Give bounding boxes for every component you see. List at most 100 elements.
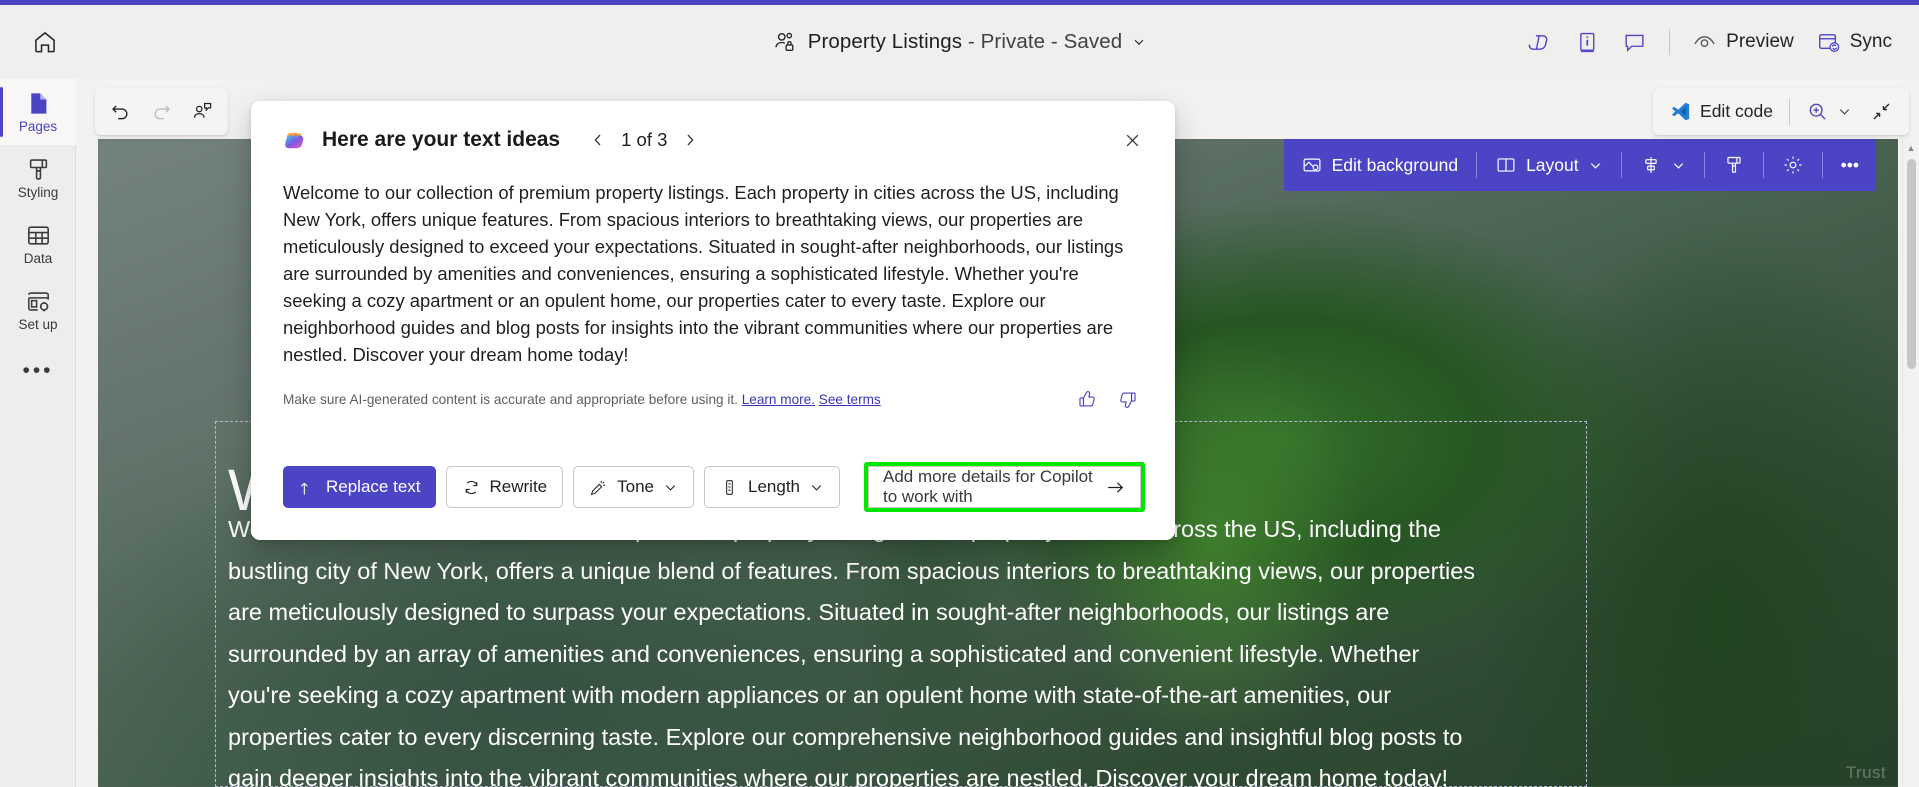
sidebar-item-label: Pages (18, 119, 58, 135)
private-people-icon (773, 30, 798, 55)
submit-arrow-icon[interactable] (1105, 477, 1126, 498)
sidebar-item-label: Data (23, 251, 53, 267)
toolbar-divider (1762, 152, 1764, 178)
element-more-button[interactable]: ••• (1830, 145, 1870, 185)
replace-arrow-icon (298, 478, 317, 497)
layout-button[interactable]: Layout (1484, 145, 1614, 185)
ai-disclaimer: Make sure AI-generated content is accura… (283, 392, 881, 407)
tone-label: Tone (617, 477, 654, 496)
length-button[interactable]: Length (704, 466, 840, 508)
zoom-in-icon (1806, 100, 1829, 123)
canvas-view-toolbar: Edit code (1653, 88, 1909, 135)
thumbs-down-icon (1117, 389, 1138, 410)
edit-code-button[interactable]: Edit code (1661, 93, 1781, 130)
edit-background-label: Edit background (1331, 154, 1459, 175)
info-icon (1575, 30, 1600, 55)
prompt-highlight-box: Add more details for Copilot to work wit… (864, 462, 1145, 512)
suggestion-navigation: 1 of 3 (583, 125, 705, 155)
preview-label: Preview (1726, 31, 1794, 52)
canvas-history-toolbar (95, 88, 228, 135)
thumbs-down-button[interactable] (1112, 384, 1143, 415)
chevron-down-icon (1671, 158, 1686, 173)
copilot-logo-icon (283, 127, 309, 153)
chevron-down-icon (663, 480, 678, 495)
collaborate-button[interactable] (183, 93, 222, 130)
copilot-text-ideas-dialog: Here are your text ideas 1 of 3 Welcome … (251, 101, 1175, 540)
previous-suggestion-button[interactable] (583, 125, 613, 155)
learn-more-link[interactable]: Learn more. (742, 392, 815, 407)
setup-icon (25, 288, 52, 315)
edit-background-button[interactable]: Edit background (1290, 145, 1469, 185)
paintbrush-icon (25, 156, 52, 183)
thumbs-up-button[interactable] (1072, 384, 1103, 415)
feedback-buttons (1072, 384, 1143, 415)
replace-text-button[interactable]: Replace text (283, 466, 436, 508)
left-navigation-rail: Pages Styling Data Set up ••• (0, 79, 76, 787)
sidebar-item-setup[interactable]: Set up (0, 277, 76, 343)
thumbs-up-icon (1077, 389, 1098, 410)
fit-to-screen-button[interactable] (1862, 93, 1901, 130)
close-dialog-button[interactable] (1115, 123, 1149, 157)
see-terms-link[interactable]: See terms (819, 392, 881, 407)
copilot-disclaimer-row: Make sure AI-generated content is accura… (251, 368, 1175, 415)
vscode-icon (1669, 100, 1692, 123)
align-button[interactable] (1629, 145, 1697, 185)
sidebar-more-button[interactable]: ••• (0, 343, 76, 399)
canvas-vertical-scrollbar[interactable]: ▲ (1902, 139, 1919, 787)
next-suggestion-button[interactable] (675, 125, 705, 155)
document-title-button[interactable]: Property Listings - Private - Saved (773, 30, 1147, 55)
edit-background-icon (1301, 154, 1323, 176)
suggestion-counter: 1 of 3 (621, 129, 668, 150)
redo-button[interactable] (142, 93, 181, 130)
sidebar-item-data[interactable]: Data (0, 211, 76, 277)
feedback-button[interactable] (1613, 21, 1656, 63)
rewrite-icon (462, 478, 481, 497)
chevron-down-icon (1588, 158, 1603, 173)
info-button[interactable] (1566, 21, 1609, 63)
toolbar-divider (1789, 98, 1790, 125)
sync-button[interactable]: Sync (1807, 21, 1901, 63)
toolbar-divider (1620, 152, 1622, 178)
toolbar-divider (1703, 152, 1705, 178)
watermark-text: Trust (1845, 763, 1886, 782)
hero-body-text[interactable]: Welcome to our extensive collection of p… (228, 509, 1488, 787)
sidebar-item-label: Set up (18, 317, 58, 333)
copilot-action-bar: Replace text Rewrite Tone Length Add mor… (251, 462, 1175, 540)
copilot-prompt-input[interactable]: Add more details for Copilot to work wit… (868, 466, 1141, 508)
close-icon (1124, 132, 1141, 149)
prompt-placeholder-text: Add more details for Copilot to work wit… (883, 467, 1093, 506)
gear-icon (1782, 154, 1804, 176)
element-context-toolbar: Edit background Layout ••• (1283, 139, 1876, 191)
page-title: Property Listings - Private - Saved (807, 30, 1123, 53)
layout-icon (1495, 154, 1517, 176)
length-label: Length (748, 477, 800, 496)
format-button[interactable] (1712, 145, 1756, 185)
top-command-bar: Property Listings - Private - Saved Prev… (0, 5, 1919, 79)
collaborate-icon (191, 100, 214, 123)
copilot-suggestion-text: Welcome to our collection of premium pro… (283, 182, 1124, 365)
sidebar-item-styling[interactable]: Styling (0, 145, 76, 211)
replace-text-label: Replace text (326, 477, 421, 496)
toolbar-divider (1821, 152, 1823, 178)
comment-icon (1622, 30, 1647, 55)
sidebar-item-pages[interactable]: Pages (0, 79, 76, 145)
settings-button[interactable] (1771, 145, 1815, 185)
zoom-control-button[interactable] (1798, 93, 1860, 130)
copilot-dialog-header: Here are your text ideas 1 of 3 (251, 101, 1175, 157)
scroll-up-arrow[interactable]: ▲ (1903, 139, 1919, 156)
chevron-right-icon (682, 132, 698, 148)
home-icon (32, 29, 58, 55)
collapse-icon (1870, 100, 1893, 123)
copilot-button[interactable] (1519, 21, 1562, 63)
undo-button[interactable] (101, 93, 140, 130)
home-button[interactable] (22, 19, 68, 65)
page-icon (25, 90, 52, 117)
chevron-down-icon (1132, 35, 1146, 49)
preview-button[interactable]: Preview (1683, 21, 1803, 63)
rewrite-button[interactable]: Rewrite (445, 466, 564, 508)
scrollbar-thumb[interactable] (1907, 159, 1916, 369)
undo-icon (109, 100, 132, 123)
tone-button[interactable]: Tone (573, 466, 694, 508)
sync-icon (1816, 30, 1841, 55)
tone-icon (589, 478, 608, 497)
